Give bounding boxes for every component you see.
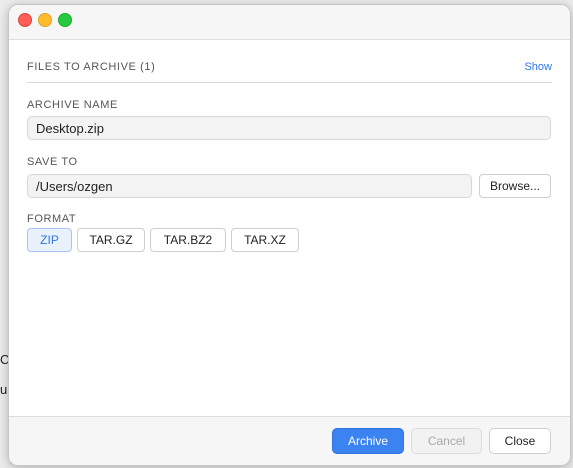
save-to-path-field[interactable]: /Users/ozgen [27, 174, 472, 198]
files-to-archive-label: FILES TO ARCHIVE (1) [27, 61, 156, 73]
archive-name-label: ARCHIVE NAME [27, 99, 118, 111]
format-tarxz-button[interactable]: TAR.XZ [231, 228, 299, 252]
archive-name-input[interactable]: Desktop.zip [27, 116, 551, 140]
format-targz-button[interactable]: TAR.GZ [77, 228, 145, 252]
title-bar [9, 5, 570, 40]
dialog-content: FILES TO ARCHIVE (1) Show ARCHIVE NAME D… [9, 40, 570, 417]
show-files-link[interactable]: Show [524, 61, 552, 73]
divider [27, 82, 552, 83]
browse-button[interactable]: Browse... [479, 174, 551, 198]
format-zip-button[interactable]: ZIP [27, 228, 72, 252]
format-tarbz2-button[interactable]: TAR.BZ2 [150, 228, 226, 252]
dialog-footer: Archive Cancel Close [9, 416, 570, 465]
background-text-fragment: u [0, 382, 8, 397]
archive-button[interactable]: Archive [332, 428, 404, 454]
zoom-window-icon[interactable] [58, 13, 72, 27]
archive-dialog: FILES TO ARCHIVE (1) Show ARCHIVE NAME D… [8, 4, 571, 466]
cancel-button[interactable]: Cancel [411, 428, 482, 454]
close-window-icon[interactable] [18, 13, 32, 27]
minimize-window-icon[interactable] [38, 13, 52, 27]
format-label: FORMAT [27, 213, 77, 225]
close-button[interactable]: Close [489, 428, 551, 454]
save-to-label: SAVE TO [27, 156, 78, 168]
